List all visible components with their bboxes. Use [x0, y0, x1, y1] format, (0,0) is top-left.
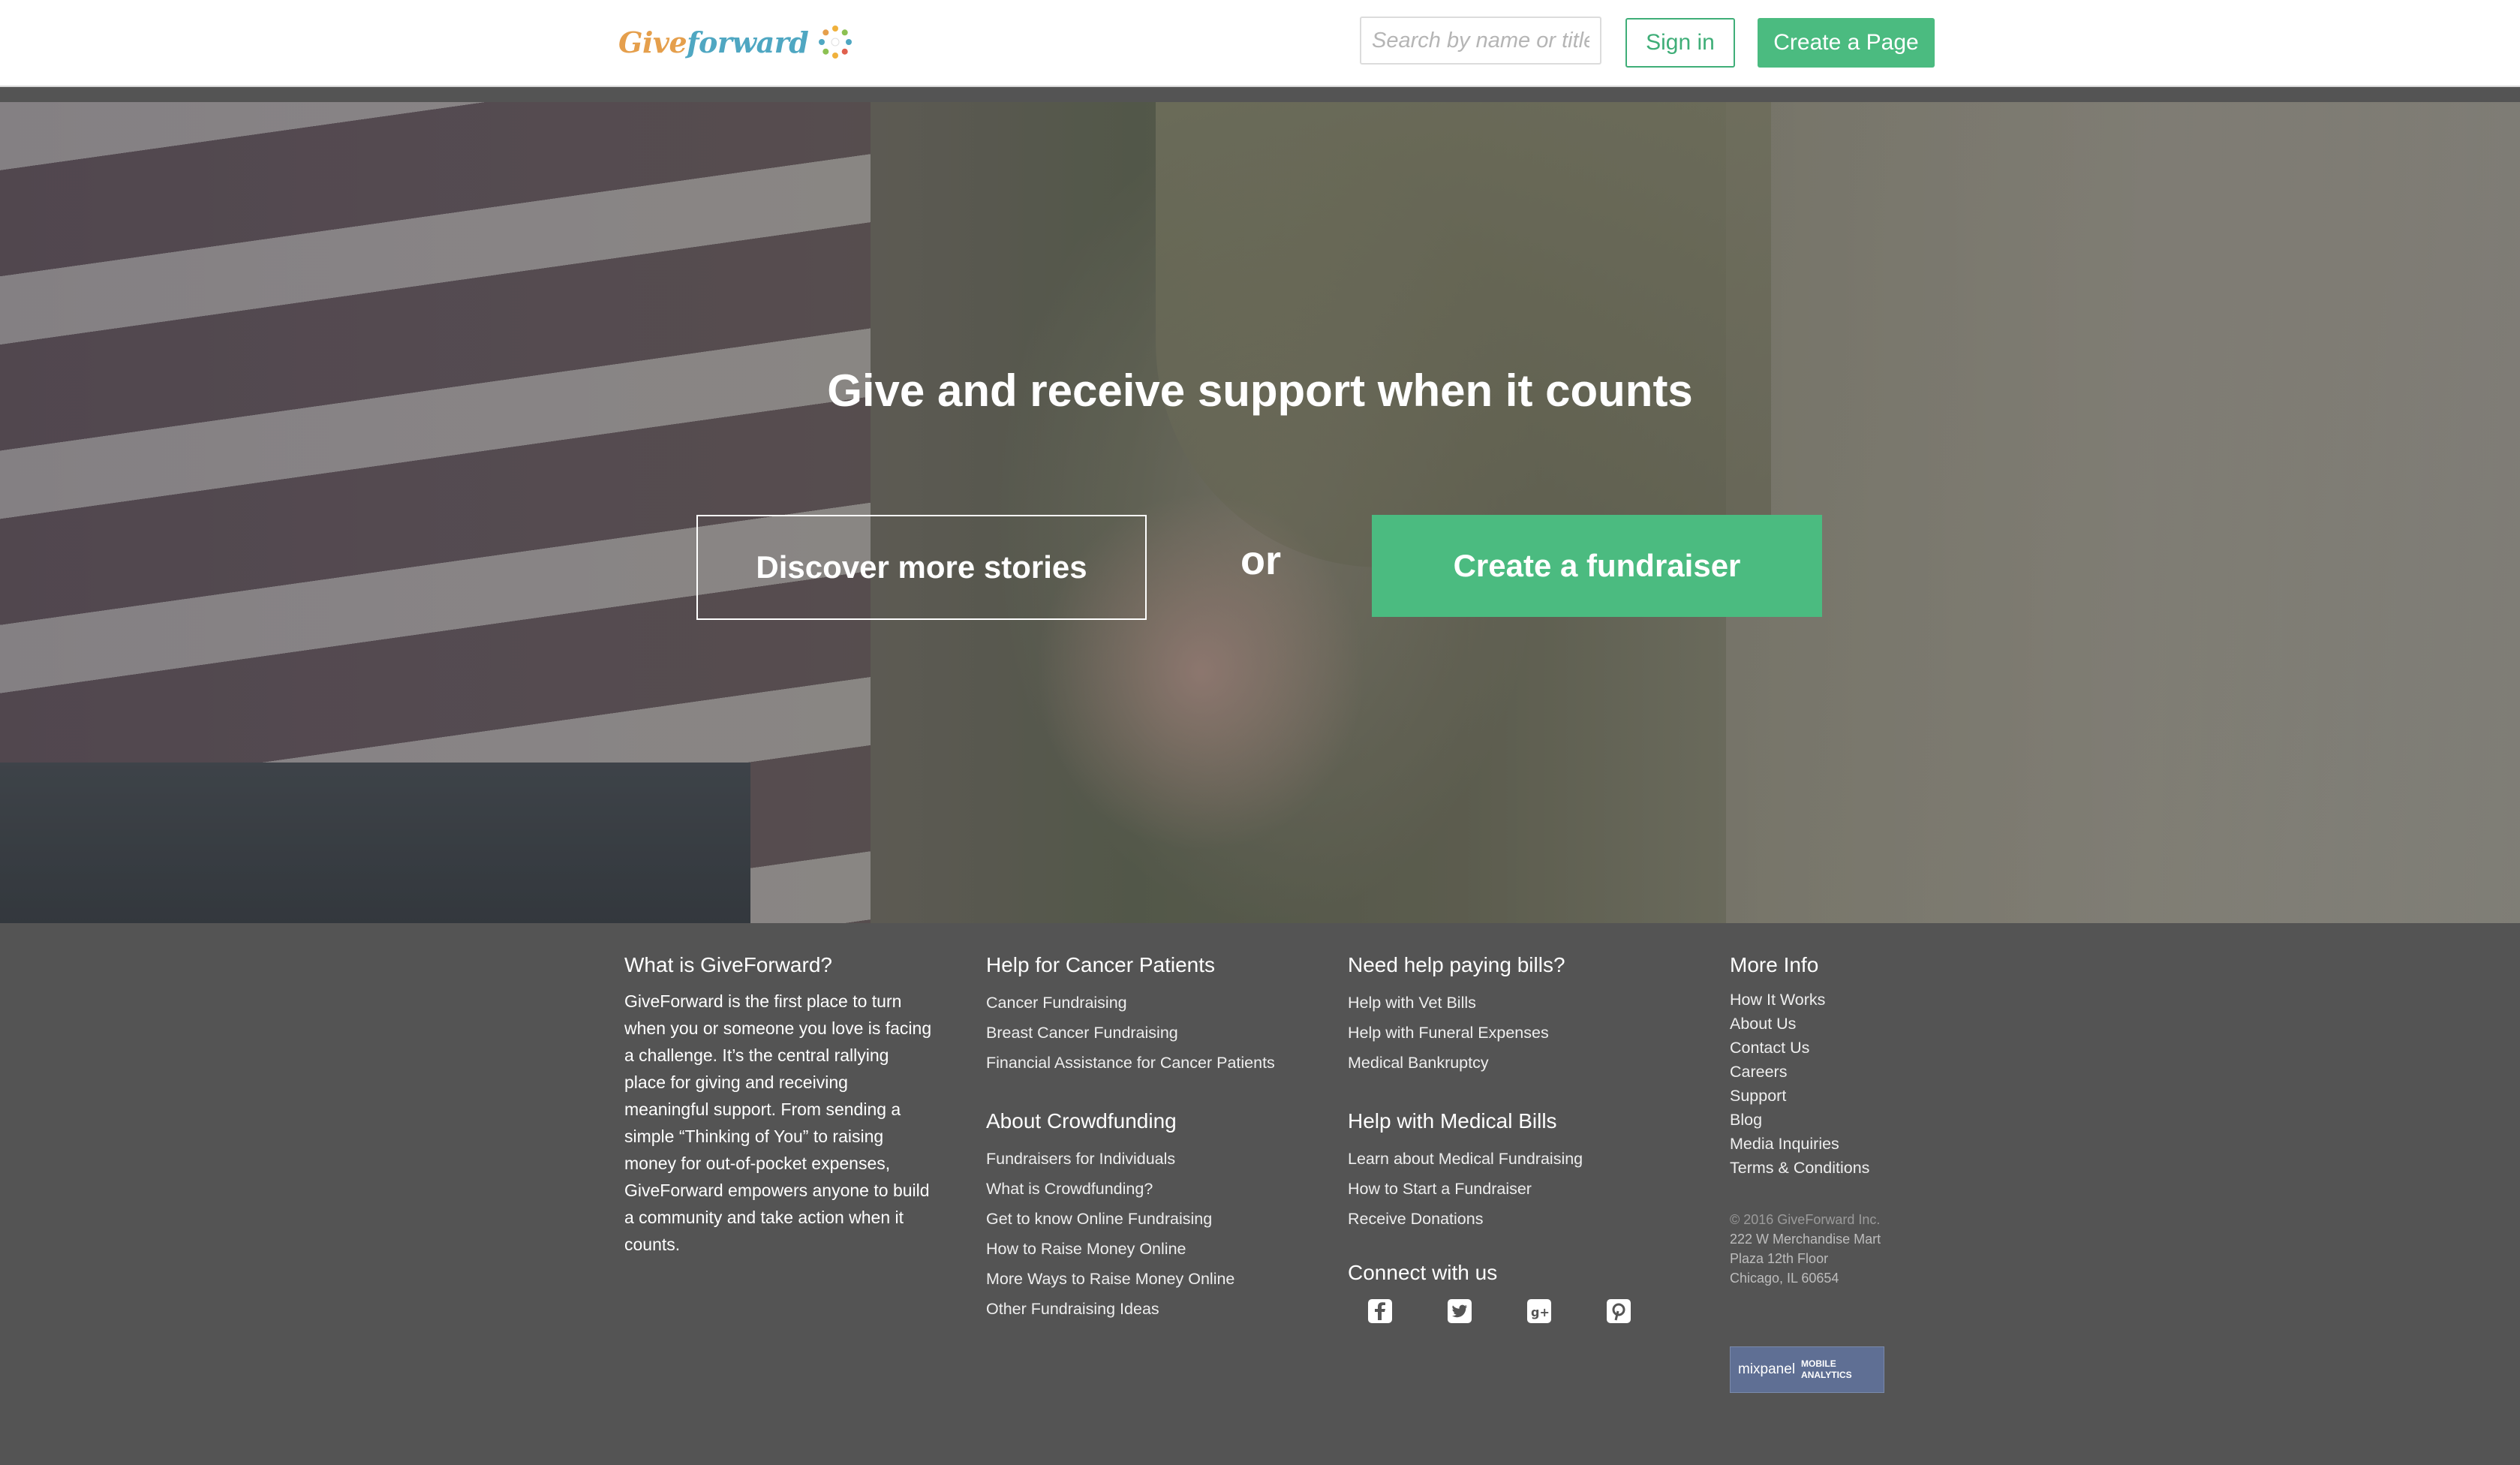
footer-link[interactable]: Learn about Medical Fundraising	[1348, 1144, 1631, 1174]
top-nav: Giveforward Sign in Create a Page	[0, 0, 2520, 87]
footer-col-about: What is GiveForward? GiveForward is the …	[624, 953, 932, 1258]
footer-link[interactable]: What is Crowdfunding?	[986, 1174, 1275, 1204]
sign-in-button[interactable]: Sign in	[1625, 18, 1735, 68]
footer-about-text: GiveForward is the first place to turn w…	[624, 991, 932, 1254]
footer-link[interactable]: Other Fundraising Ideas	[986, 1294, 1275, 1324]
mixpanel-tagline: MOBILE ANALYTICS	[1801, 1358, 1852, 1381]
footer-link[interactable]: About Us	[1730, 1012, 1925, 1036]
copyright-line: © 2016 GiveForward Inc.	[1730, 1212, 1881, 1227]
crowdfunding-links: Fundraisers for Individuals What is Crow…	[986, 1144, 1275, 1324]
twitter-icon[interactable]	[1447, 1298, 1472, 1324]
giveforward-logo[interactable]: Giveforward	[618, 20, 853, 65]
footer-heading-medical: Help with Medical Bills	[1348, 1109, 1557, 1133]
footer-link[interactable]: Get to know Online Fundraising	[986, 1204, 1275, 1234]
footer-link[interactable]: Receive Donations	[1348, 1204, 1631, 1234]
footer-link[interactable]: Help with Vet Bills	[1348, 988, 1631, 1018]
footer-link[interactable]: Fundraisers for Individuals	[986, 1144, 1275, 1174]
footer-link[interactable]: Breast Cancer Fundraising	[986, 1018, 1275, 1048]
footer-heading-more: More Info	[1730, 953, 1819, 976]
hero-overlay	[0, 102, 2520, 923]
footer-link[interactable]: Terms & Conditions	[1730, 1156, 1925, 1180]
bills-links: Help with Vet Bills Help with Funeral Ex…	[1348, 988, 1631, 1078]
logo-wordmark: Giveforward	[618, 25, 809, 59]
or-separator: or	[1240, 538, 1281, 583]
footer-link[interactable]: Media Inquiries	[1730, 1132, 1925, 1156]
footer-link[interactable]: How to Start a Fundraiser	[1348, 1174, 1631, 1204]
footer-col-bills: Need help paying bills? Help with Vet Bi…	[1348, 953, 1631, 1324]
footer-heading-connect: Connect with us	[1348, 1261, 1498, 1284]
svg-text:g+: g+	[1531, 1305, 1550, 1319]
facebook-icon[interactable]	[1367, 1298, 1393, 1324]
mixpanel-tag-line2: ANALYTICS	[1801, 1370, 1852, 1380]
create-page-button[interactable]: Create a Page	[1758, 18, 1935, 68]
address-line: Plaza 12th Floor	[1730, 1251, 1829, 1266]
pinterest-icon[interactable]	[1606, 1298, 1631, 1324]
mixpanel-tag-line1: MOBILE	[1801, 1358, 1836, 1369]
footer-col-more: More Info How It Works About Us Contact …	[1730, 953, 1925, 1393]
google-plus-icon[interactable]: g+	[1526, 1298, 1552, 1324]
footer-link[interactable]: Cancer Fundraising	[986, 988, 1275, 1018]
hero-section: Give and receive support when it counts …	[0, 102, 2520, 923]
social-icons: g+	[1367, 1298, 1631, 1324]
footer: What is GiveForward? GiveForward is the …	[0, 923, 2520, 1465]
footer-link[interactable]: How to Raise Money Online	[986, 1234, 1275, 1264]
create-fundraiser-button[interactable]: Create a fundraiser	[1372, 515, 1822, 617]
footer-link[interactable]: Medical Bankruptcy	[1348, 1048, 1631, 1078]
more-info-links: How It Works About Us Contact Us Careers…	[1730, 988, 1925, 1180]
address-line: Chicago, IL 60654	[1730, 1271, 1839, 1286]
mixpanel-logo: mixpanel	[1738, 1361, 1796, 1377]
footer-heading-bills: Need help paying bills?	[1348, 953, 1565, 976]
footer-link[interactable]: More Ways to Raise Money Online	[986, 1264, 1275, 1294]
footer-heading-crowdfunding: About Crowdfunding	[986, 1109, 1177, 1133]
address-line: 222 W Merchandise Mart	[1730, 1232, 1881, 1247]
footer-link[interactable]: How It Works	[1730, 988, 1925, 1012]
medical-links: Learn about Medical Fundraising How to S…	[1348, 1144, 1631, 1234]
copyright-address: © 2016 GiveForward Inc. 222 W Merchandis…	[1730, 1210, 1925, 1288]
mixpanel-badge[interactable]: mixpanel MOBILE ANALYTICS	[1730, 1346, 1884, 1393]
cancer-links: Cancer Fundraising Breast Cancer Fundrai…	[986, 988, 1275, 1078]
search-input[interactable]	[1360, 17, 1601, 65]
footer-link[interactable]: Support	[1730, 1084, 1925, 1108]
footer-link[interactable]: Contact Us	[1730, 1036, 1925, 1060]
footer-link[interactable]: Financial Assistance for Cancer Patients	[986, 1048, 1275, 1078]
logo-flower-icon	[819, 26, 853, 59]
footer-col-cancer: Help for Cancer Patients Cancer Fundrais…	[986, 953, 1275, 1324]
footer-link[interactable]: Careers	[1730, 1060, 1925, 1084]
hero-title: Give and receive support when it counts	[827, 365, 1693, 416]
footer-link[interactable]: Blog	[1730, 1108, 1925, 1132]
discover-stories-button[interactable]: Discover more stories	[696, 515, 1147, 620]
footer-link[interactable]: Help with Funeral Expenses	[1348, 1018, 1631, 1048]
footer-heading-what: What is GiveForward?	[624, 953, 832, 976]
footer-heading-cancer: Help for Cancer Patients	[986, 953, 1216, 976]
